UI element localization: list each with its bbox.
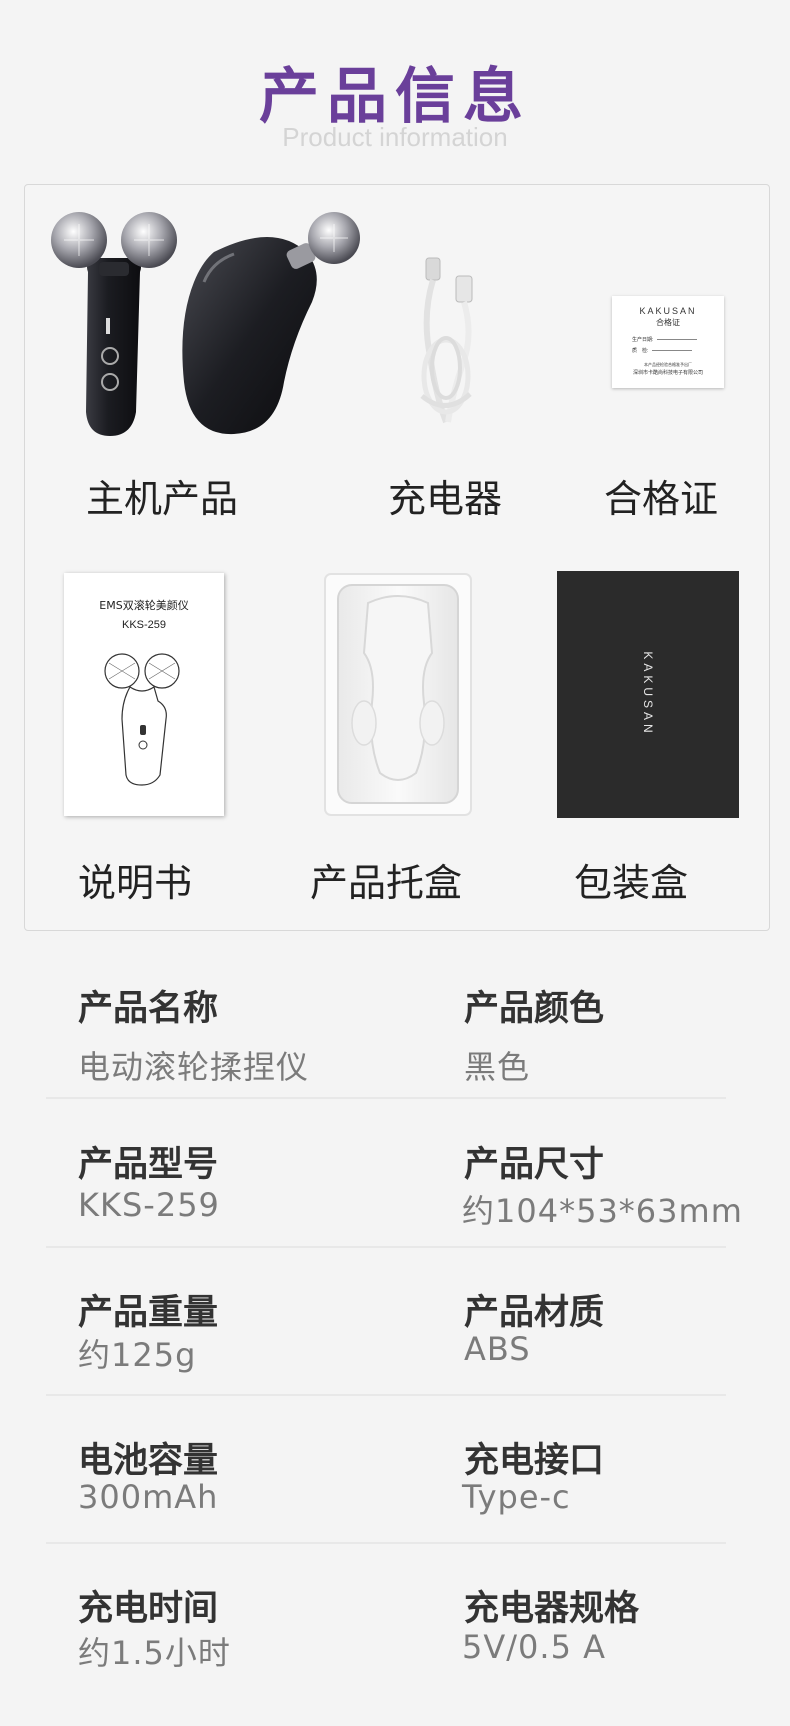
spec-value-size: 约104*53*63mm [462, 1192, 743, 1230]
spec-divider [46, 1097, 726, 1099]
manual-booklet: EMS双滚轮美颜仪 KKS-259 [64, 573, 224, 816]
spec-value-charging-port: Type-c [462, 1478, 571, 1516]
spec-name-product-name: 产品名称 [78, 989, 219, 1029]
spec-name-material: 产品材质 [464, 1293, 605, 1333]
main-device-image [51, 212, 360, 436]
charger-cable-image [420, 257, 473, 424]
certificate-brand: KAKUSAN [639, 306, 697, 316]
spec-value-product-color: 黑色 [464, 1048, 531, 1086]
certificate-footer-line2: 深圳市卡酷尚科技电子有限公司 [632, 370, 703, 376]
spec-divider [46, 1542, 726, 1544]
certificate-footer-line1: 本产品经检验合格准予出厂 [644, 362, 692, 367]
spec-name-product-color: 产品颜色 [464, 989, 605, 1029]
spec-divider [46, 1394, 726, 1396]
spec-name-size: 产品尺寸 [464, 1145, 605, 1185]
spec-value-charging-time: 约1.5小时 [78, 1634, 231, 1672]
certificate-inspector-label: 质 检: [632, 348, 649, 354]
packaging-box-brand: KAKUSAN [641, 651, 655, 737]
certificate-title: 合格证 [656, 318, 680, 327]
item-label-tray: 产品托盒 [310, 861, 463, 905]
spec-name-charging-port: 充电接口 [464, 1441, 605, 1481]
packaging-box: KAKUSAN [557, 571, 739, 818]
manual-device-illustration [104, 653, 180, 786]
spec-name-battery: 电池容量 [78, 1441, 219, 1481]
page-subtitle: Product information [282, 122, 508, 152]
certificate-card: KAKUSAN 合格证 生产日期: 质 检: 本产品经检验合格准予出厂 深圳市卡… [612, 296, 724, 388]
spec-value-battery: 300mAh [78, 1478, 219, 1516]
spec-value-charger-spec: 5V/0.5 A [462, 1628, 606, 1666]
spec-divider [46, 1246, 726, 1248]
product-tray-image [324, 573, 472, 816]
manual-model: KKS-259 [121, 619, 167, 631]
certificate-date-label: 生产日期: [632, 337, 654, 343]
manual-title: EMS双滚轮美颜仪 [99, 599, 189, 612]
spec-value-material: ABS [464, 1330, 531, 1368]
item-label-certificate: 合格证 [604, 477, 719, 521]
spec-name-weight: 产品重量 [78, 1293, 219, 1333]
item-label-charger: 充电器 [388, 477, 503, 521]
item-label-packaging-box: 包装盒 [574, 861, 689, 905]
spec-value-product-name: 电动滚轮揉捏仪 [78, 1048, 310, 1086]
spec-value-model: KKS-259 [78, 1186, 220, 1224]
item-label-main-device: 主机产品 [86, 477, 239, 521]
spec-value-weight: 约125g [78, 1336, 197, 1374]
spec-name-model: 产品型号 [78, 1145, 219, 1185]
spec-name-charger-spec: 充电器规格 [464, 1589, 640, 1629]
item-label-manual: 说明书 [78, 861, 193, 905]
spec-name-charging-time: 充电时间 [78, 1589, 219, 1629]
